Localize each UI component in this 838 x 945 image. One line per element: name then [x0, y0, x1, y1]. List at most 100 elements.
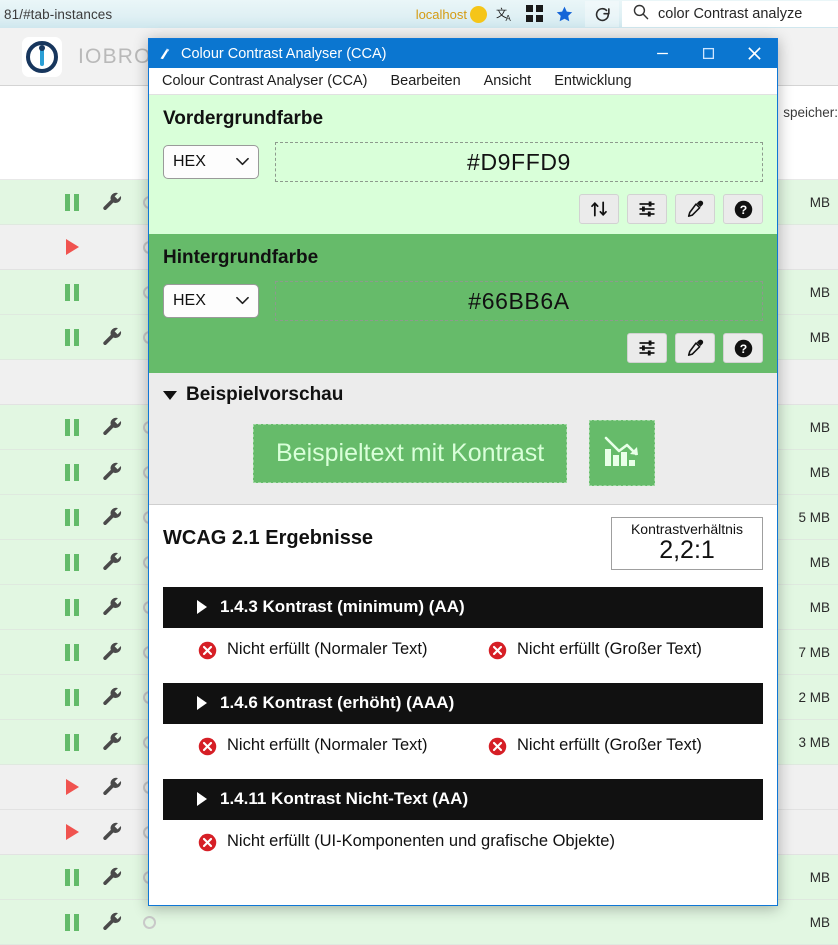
- menu-item-bearbeiten[interactable]: Bearbeiten: [391, 73, 461, 89]
- background-button-row: ?: [163, 333, 763, 363]
- contrast-ratio-box: Kontrastverhältnis 2,2:1: [611, 517, 763, 570]
- background-hex-value: #66BB6A: [468, 288, 569, 315]
- background-format-select[interactable]: HEX: [163, 284, 259, 318]
- pause-icon[interactable]: [55, 734, 89, 751]
- play-icon[interactable]: [55, 239, 89, 255]
- play-icon[interactable]: [55, 824, 89, 840]
- foreground-hex-input[interactable]: #D9FFD9: [275, 142, 763, 182]
- foreground-section: Vordergrundfarbe HEX #D9FFD9: [149, 95, 777, 234]
- help-icon[interactable]: ?: [723, 194, 763, 224]
- wrench-icon[interactable]: [95, 596, 129, 618]
- status-circle-icon: [143, 916, 156, 929]
- memory-value: MB: [810, 915, 830, 930]
- result-item: Nicht erfüllt (Großer Text): [487, 734, 749, 762]
- wrench-icon[interactable]: [95, 326, 129, 348]
- pause-icon[interactable]: [55, 869, 89, 886]
- fail-icon: [487, 640, 508, 666]
- pause-icon[interactable]: [55, 509, 89, 526]
- yellow-dot-icon[interactable]: [470, 6, 487, 23]
- pause-icon[interactable]: [55, 599, 89, 616]
- foreground-button-row: ?: [163, 194, 763, 224]
- preview-row: Beispieltext mit Kontrast: [163, 420, 763, 486]
- pause-icon[interactable]: [55, 644, 89, 661]
- wrench-icon[interactable]: [95, 641, 129, 663]
- wrench-icon[interactable]: [95, 686, 129, 708]
- eyedropper-icon[interactable]: [675, 194, 715, 224]
- memory-value: MB: [810, 420, 830, 435]
- criterion-label: 1.4.6 Kontrast (erhöht) (AAA): [220, 693, 454, 713]
- memory-value: MB: [810, 870, 830, 885]
- wrench-icon[interactable]: [95, 506, 129, 528]
- close-button[interactable]: [731, 39, 777, 68]
- criterion-results: Nicht erfüllt (UI-Komponenten und grafis…: [163, 830, 763, 858]
- pause-icon[interactable]: [55, 194, 89, 211]
- reload-icon[interactable]: [585, 1, 619, 27]
- wrench-icon[interactable]: [95, 911, 129, 933]
- fail-icon: [197, 736, 218, 762]
- pause-icon[interactable]: [55, 554, 89, 571]
- memory-value: MB: [810, 600, 830, 615]
- url-fragment[interactable]: 81/#tab-instances: [4, 7, 112, 22]
- wrench-icon[interactable]: [95, 551, 129, 573]
- foreground-heading: Vordergrundfarbe: [163, 108, 763, 130]
- maximize-button[interactable]: [685, 39, 731, 68]
- result-text: Nicht erfüllt (UI-Komponenten und grafis…: [227, 830, 615, 853]
- help-icon[interactable]: ?: [723, 333, 763, 363]
- sample-text-box: Beispieltext mit Kontrast: [253, 424, 567, 483]
- eyedropper-icon[interactable]: [675, 333, 715, 363]
- preview-disclosure-toggle[interactable]: Beispielvorschau: [163, 384, 763, 406]
- pause-icon[interactable]: [55, 464, 89, 481]
- criterion-header[interactable]: 1.4.6 Kontrast (erhöht) (AAA): [163, 683, 763, 724]
- menu-item-entwicklung[interactable]: Entwicklung: [554, 73, 631, 89]
- background-hex-input[interactable]: #66BB6A: [275, 281, 763, 321]
- sliders-icon[interactable]: [627, 333, 667, 363]
- menu-item-cca[interactable]: Colour Contrast Analyser (CCA): [162, 73, 368, 89]
- memory-value: MB: [810, 195, 830, 210]
- result-text: Nicht erfüllt (Großer Text): [517, 734, 702, 757]
- chevron-down-icon: [236, 292, 249, 310]
- pause-icon[interactable]: [55, 419, 89, 436]
- search-icon: [632, 3, 649, 25]
- results-heading: WCAG 2.1 Ergebnisse: [163, 527, 373, 550]
- sliders-icon[interactable]: [627, 194, 667, 224]
- translate-icon[interactable]: 文A: [496, 5, 515, 24]
- criterion-header[interactable]: 1.4.11 Kontrast Nicht-Text (AA): [163, 779, 763, 820]
- foreground-hex-value: #D9FFD9: [467, 149, 571, 176]
- pause-icon[interactable]: [55, 689, 89, 706]
- fail-icon: [197, 832, 218, 858]
- pause-icon[interactable]: [55, 329, 89, 346]
- table-row[interactable]: MB: [0, 900, 838, 945]
- wrench-icon[interactable]: [95, 776, 129, 798]
- wrench-icon[interactable]: [95, 731, 129, 753]
- grid-expand-icon[interactable]: [526, 5, 544, 23]
- wrench-icon[interactable]: [95, 866, 129, 888]
- result-item: Nicht erfüllt (Normaler Text): [197, 734, 459, 762]
- wrench-icon[interactable]: [95, 416, 129, 438]
- fail-icon: [197, 640, 218, 666]
- criterion-label: 1.4.3 Kontrast (minimum) (AA): [220, 597, 465, 617]
- memory-value: 2 MB: [798, 690, 830, 705]
- memory-value: 7 MB: [798, 645, 830, 660]
- wrench-icon[interactable]: [95, 461, 129, 483]
- wrench-icon[interactable]: [95, 821, 129, 843]
- chevron-down-icon: [236, 153, 249, 171]
- play-icon[interactable]: [55, 779, 89, 795]
- minimize-button[interactable]: [639, 39, 685, 68]
- fail-icon: [487, 736, 508, 762]
- result-item: Nicht erfüllt (Großer Text): [487, 638, 749, 666]
- foreground-controls: HEX #D9FFD9: [163, 142, 763, 182]
- search-input[interactable]: color Contrast analyze: [622, 1, 838, 27]
- cca-titlebar[interactable]: Colour Contrast Analyser (CCA): [149, 39, 777, 68]
- star-icon[interactable]: [555, 5, 574, 24]
- contrast-ratio-caption: Kontrastverhältnis: [626, 521, 748, 537]
- result-text: Nicht erfüllt (Normaler Text): [227, 638, 428, 661]
- wrench-icon[interactable]: [95, 191, 129, 213]
- foreground-format-select[interactable]: HEX: [163, 145, 259, 179]
- pause-icon[interactable]: [55, 284, 89, 301]
- results-section: WCAG 2.1 Ergebnisse Kontrastverhältnis 2…: [149, 505, 777, 905]
- pause-icon[interactable]: [55, 914, 89, 931]
- criterion-results: Nicht erfüllt (Normaler Text) Nicht erfül…: [163, 734, 763, 762]
- menu-item-ansicht[interactable]: Ansicht: [484, 73, 532, 89]
- swap-icon[interactable]: [579, 194, 619, 224]
- criterion-header[interactable]: 1.4.3 Kontrast (minimum) (AA): [163, 587, 763, 628]
